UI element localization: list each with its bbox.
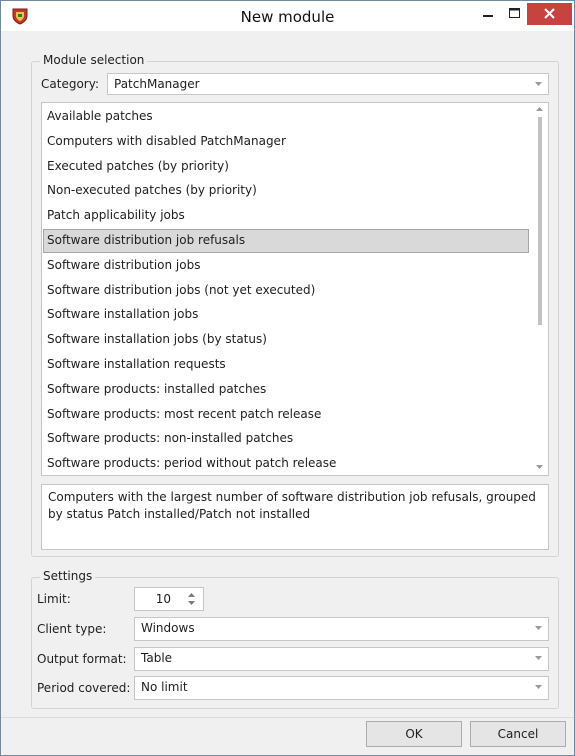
list-item[interactable]: Software distribution jobs xyxy=(43,254,529,278)
module-description: Computers with the largest number of sof… xyxy=(41,484,549,550)
list-item[interactable]: Software products: most recent patch rel… xyxy=(43,403,529,427)
minimize-button[interactable] xyxy=(475,1,501,25)
scroll-down-icon[interactable] xyxy=(536,465,543,469)
category-combobox[interactable]: PatchManager xyxy=(107,73,549,95)
period-covered-value: No limit xyxy=(141,680,188,694)
footer-divider xyxy=(1,717,574,718)
category-label: Category: xyxy=(41,77,99,91)
list-item[interactable]: Non-executed patches (by priority) xyxy=(43,179,529,203)
chevron-down-icon xyxy=(535,685,542,689)
period-covered-combobox[interactable]: No limit xyxy=(134,676,549,700)
limit-label: Limit: xyxy=(37,592,71,606)
list-item[interactable]: Software products: installed patches xyxy=(43,378,529,402)
list-item[interactable]: Software products: non-installed patches xyxy=(43,427,529,451)
output-format-value: Table xyxy=(141,651,173,665)
list-scrollbar[interactable] xyxy=(531,103,548,475)
list-item[interactable]: Software installation jobs (by status) xyxy=(43,328,529,352)
output-format-label: Output format: xyxy=(37,652,127,666)
category-value: PatchManager xyxy=(114,77,200,91)
output-format-combobox[interactable]: Table xyxy=(134,647,549,671)
close-button[interactable] xyxy=(527,3,572,25)
module-selection-legend: Module selection xyxy=(40,53,148,67)
list-item[interactable]: Software distribution job refusals xyxy=(43,229,529,253)
chevron-down-icon xyxy=(535,626,542,630)
maximize-icon xyxy=(509,8,520,18)
minimize-icon xyxy=(483,15,493,17)
limit-value: 10 xyxy=(155,592,171,606)
ok-button[interactable]: OK xyxy=(366,721,462,747)
list-item[interactable]: Computers with disabled PatchManager xyxy=(43,130,529,154)
title-bar[interactable]: New module xyxy=(1,1,574,31)
chevron-down-icon xyxy=(535,656,542,660)
client-type-value: Windows xyxy=(141,621,195,635)
list-item[interactable]: Software distribution jobs (not yet exec… xyxy=(43,279,529,303)
list-item[interactable]: Software installation requests xyxy=(43,353,529,377)
new-module-dialog: New module Module selection Category: Pa… xyxy=(0,0,575,756)
chevron-down-icon xyxy=(535,82,542,86)
list-item[interactable]: Available patches xyxy=(43,105,529,129)
list-item[interactable]: Software installation jobs xyxy=(43,303,529,327)
client-type-label: Client type: xyxy=(37,622,107,636)
list-item[interactable]: Software products: period without patch … xyxy=(43,452,529,475)
settings-legend: Settings xyxy=(40,569,96,583)
scrollbar-thumb[interactable] xyxy=(538,117,542,325)
list-item[interactable]: Executed patches (by priority) xyxy=(43,155,529,179)
client-type-combobox[interactable]: Windows xyxy=(134,617,549,641)
limit-spinner[interactable]: 10 xyxy=(134,587,204,611)
period-covered-label: Period covered: xyxy=(37,681,131,695)
list-item[interactable]: Patch applicability jobs xyxy=(43,204,529,228)
module-list[interactable]: Available patches Computers with disabled… xyxy=(41,102,549,476)
maximize-button[interactable] xyxy=(501,1,527,25)
cancel-button[interactable]: Cancel xyxy=(470,721,566,747)
spinner-arrows-icon[interactable] xyxy=(188,593,195,605)
scroll-up-icon[interactable] xyxy=(536,107,543,111)
close-icon xyxy=(544,8,555,19)
